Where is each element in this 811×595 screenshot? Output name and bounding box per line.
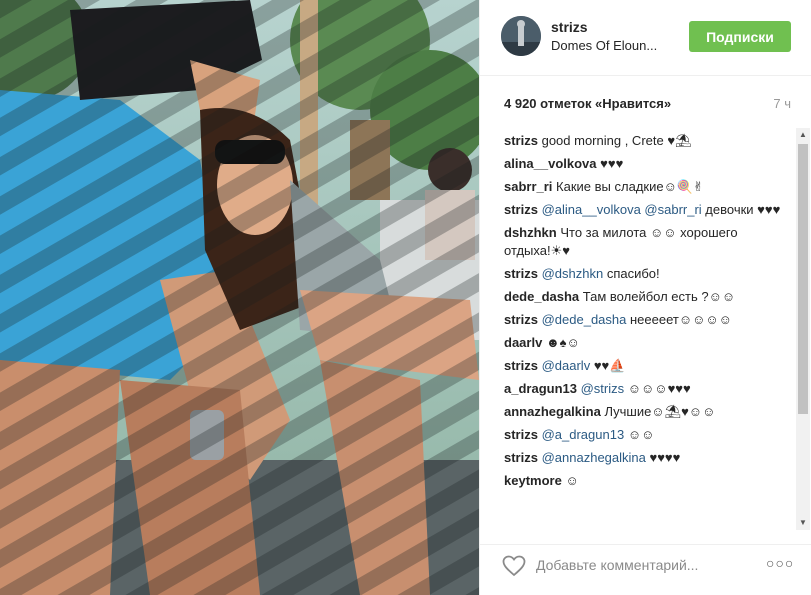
mention-link[interactable]: @annazhegalkina (542, 450, 646, 465)
comment-text: Там волейбол есть ?☺☺ (582, 289, 736, 304)
comment-text: Какие вы сладкие☺🍭✌ (556, 179, 704, 194)
comment-author[interactable]: strizs (504, 427, 538, 442)
likes-count[interactable]: 4 920 отметок «Нравится» (504, 96, 671, 111)
comment-author[interactable]: dede_dasha (504, 289, 579, 304)
comment-text: ♥♥♥♥ (645, 450, 681, 465)
comment-item: strizs @annazhegalkina ♥♥♥♥ (504, 449, 787, 467)
comment-author[interactable]: strizs (504, 266, 538, 281)
comment-author[interactable]: strizs (504, 312, 538, 327)
avatar[interactable] (501, 16, 541, 56)
comment-item: sabrr_ri Какие вы сладкие☺🍭✌ (504, 178, 787, 196)
mention-link[interactable]: @dshzhkn (542, 266, 604, 281)
mention-link[interactable]: @a_dragun13 (542, 427, 625, 442)
comment-item: keytmore ☺ (504, 472, 787, 490)
comment-author[interactable]: daarlv (504, 335, 542, 350)
comment-text: ☺☺ (624, 427, 655, 442)
comments-scrollbar[interactable]: ▲ ▼ (796, 128, 810, 530)
comment-item: strizs @daarlv ♥♥⛵ (504, 357, 787, 375)
post-header: strizs Domes Of Eloun... Подписки (480, 0, 811, 76)
arrow-down-icon[interactable]: ▼ (796, 516, 810, 530)
location[interactable]: Domes Of Eloun... (551, 38, 671, 53)
mention-link[interactable]: @daarlv (542, 358, 591, 373)
comment-item: strizs good morning , Crete ♥⛱ (504, 132, 787, 150)
comment-author[interactable]: a_dragun13 (504, 381, 577, 396)
mention-link[interactable]: @dede_dasha (542, 312, 627, 327)
comment-author[interactable]: alina__volkova (504, 156, 597, 171)
mention-link[interactable]: @sabrr_ri (644, 202, 701, 217)
comment-item: daarlv ☻♠☺ (504, 334, 787, 352)
comment-item: strizs @a_dragun13 ☺☺ (504, 426, 787, 444)
comment-author[interactable]: strizs (504, 133, 538, 148)
comment-item: dshzhkn Что за милота ☺☺ хорошего отдыха… (504, 224, 787, 260)
comment-text: спасибо! (603, 266, 660, 281)
comments-list[interactable]: strizs good morning , Crete ♥⛱ alina__vol… (504, 132, 787, 532)
comment-author[interactable]: keytmore (504, 473, 562, 488)
comment-text: ☺ (565, 473, 579, 488)
comment-item: strizs @alina__volkova @sabrr_ri девочки… (504, 201, 787, 219)
comment-author[interactable]: strizs (504, 358, 538, 373)
comment-author[interactable]: strizs (504, 202, 538, 217)
mention-link[interactable]: @alina__volkova (542, 202, 641, 217)
heart-icon[interactable] (502, 555, 526, 577)
comment-text: ☻♠☺ (545, 335, 580, 350)
comment-text: ♥♥♥ (600, 156, 624, 171)
follow-button[interactable]: Подписки (689, 21, 791, 52)
post-side-panel: strizs Domes Of Eloun... Подписки 4 920 … (479, 0, 811, 595)
comment-item: strizs @dshzhkn спасибо! (504, 265, 787, 283)
photo-illustration (0, 0, 479, 595)
comment-text: девочки ♥♥♥ (701, 202, 781, 217)
arrow-up-icon[interactable]: ▲ (796, 128, 810, 142)
post-time[interactable]: 7 ч (773, 96, 791, 111)
instagram-post: strizs Domes Of Eloun... Подписки 4 920 … (0, 0, 811, 595)
username[interactable]: strizs (551, 19, 588, 35)
comment-item: a_dragun13 @strizs ☺☺☺♥♥♥ (504, 380, 787, 398)
avatar-image (501, 16, 541, 56)
comment-text: good morning , Crete ♥⛱ (541, 133, 692, 148)
comment-item: annazhegalkina Лучшие☺⛱♥☺☺ (504, 403, 787, 421)
likes-row: 4 920 отметок «Нравится» 7 ч (504, 96, 791, 114)
comment-input[interactable] (536, 553, 736, 577)
scrollbar-thumb[interactable] (798, 144, 808, 414)
post-photo[interactable] (0, 0, 479, 595)
comment-text: Лучшие☺⛱♥☺☺ (604, 404, 716, 419)
comment-author[interactable]: annazhegalkina (504, 404, 601, 419)
comment-author[interactable]: strizs (504, 450, 538, 465)
comment-item: strizs @dede_dasha нееееет☺☺☺☺ (504, 311, 787, 329)
comment-author[interactable]: sabrr_ri (504, 179, 552, 194)
more-options-icon[interactable]: ○○○ (766, 555, 793, 575)
comment-text: ☺☺☺♥♥♥ (624, 381, 691, 396)
comment-item: dede_dasha Там волейбол есть ?☺☺ (504, 288, 787, 306)
post-footer: ○○○ (480, 544, 811, 595)
comment-author[interactable]: dshzhkn (504, 225, 557, 240)
mention-link[interactable]: @strizs (581, 381, 625, 396)
comment-item: alina__volkova ♥♥♥ (504, 155, 787, 173)
comment-text: нееееет☺☺☺☺ (626, 312, 732, 327)
comment-text: ♥♥⛵ (590, 358, 626, 373)
